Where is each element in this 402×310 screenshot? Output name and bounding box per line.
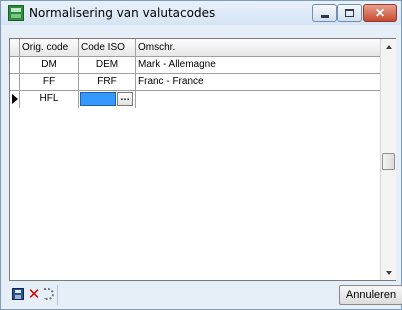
orig-code-cell[interactable]: DM xyxy=(20,57,79,74)
current-row-arrow-icon xyxy=(12,94,18,104)
cancel-button[interactable]: Annuleren xyxy=(339,285,402,305)
vertical-scrollbar[interactable] xyxy=(380,39,396,280)
window-title: Normalisering van valutacodes xyxy=(29,6,216,20)
table-row[interactable]: FF FRF Franc - France xyxy=(10,74,380,91)
save-button[interactable] xyxy=(11,285,25,303)
row-indicator[interactable] xyxy=(10,57,20,74)
close-button[interactable]: ✕ xyxy=(363,4,397,22)
refresh-icon xyxy=(44,288,54,300)
column-header-omschr[interactable]: Omschr. xyxy=(136,39,380,57)
refresh-button[interactable] xyxy=(43,285,55,303)
minimize-button[interactable] xyxy=(312,4,337,22)
code-iso-cell[interactable]: FRF xyxy=(79,74,136,91)
currency-grid: Orig. code Code ISO Omschr. DM DEM Mark … xyxy=(9,38,396,281)
omschr-cell[interactable] xyxy=(136,91,380,108)
minimize-icon xyxy=(320,14,329,18)
delete-icon: ✕ xyxy=(27,285,41,303)
scroll-down-button[interactable] xyxy=(381,265,396,280)
omschr-cell[interactable]: Mark - Allemagne xyxy=(136,57,380,74)
title-bar[interactable]: Normalisering van valutacodes ✕ xyxy=(1,1,401,25)
column-header-code-iso[interactable]: Code ISO xyxy=(79,39,136,57)
table-row-current[interactable]: HFL … xyxy=(10,91,380,108)
grid-header: Orig. code Code ISO Omschr. xyxy=(10,39,380,57)
code-iso-input[interactable] xyxy=(80,92,116,106)
maximize-icon xyxy=(345,9,354,17)
toolbar-divider xyxy=(57,285,58,305)
scroll-up-button[interactable] xyxy=(381,39,396,54)
arrow-down-icon xyxy=(385,270,392,275)
orig-code-cell[interactable]: FF xyxy=(20,74,79,91)
delete-button[interactable]: ✕ xyxy=(27,285,41,303)
code-iso-edit-cell[interactable]: … xyxy=(79,91,136,108)
app-icon xyxy=(8,5,24,21)
row-indicator[interactable] xyxy=(10,91,20,108)
code-iso-cell[interactable]: DEM xyxy=(79,57,136,74)
lookup-ellipsis-button[interactable]: … xyxy=(117,92,133,106)
dialog-window: Normalisering van valutacodes ✕ Orig. co… xyxy=(0,0,402,310)
close-icon: ✕ xyxy=(374,6,386,20)
row-indicator-header xyxy=(10,39,20,57)
column-header-orig-code[interactable]: Orig. code xyxy=(20,39,79,57)
footer-toolbar: ✕ Annuleren xyxy=(9,285,402,305)
omschr-cell[interactable]: Franc - France xyxy=(136,74,380,91)
arrow-up-icon xyxy=(385,44,392,49)
save-icon xyxy=(12,288,24,300)
maximize-button[interactable] xyxy=(337,4,362,22)
table-row[interactable]: DM DEM Mark - Allemagne xyxy=(10,57,380,74)
row-indicator[interactable] xyxy=(10,74,20,91)
orig-code-cell[interactable]: HFL xyxy=(20,91,79,108)
scroll-thumb[interactable] xyxy=(382,153,395,170)
